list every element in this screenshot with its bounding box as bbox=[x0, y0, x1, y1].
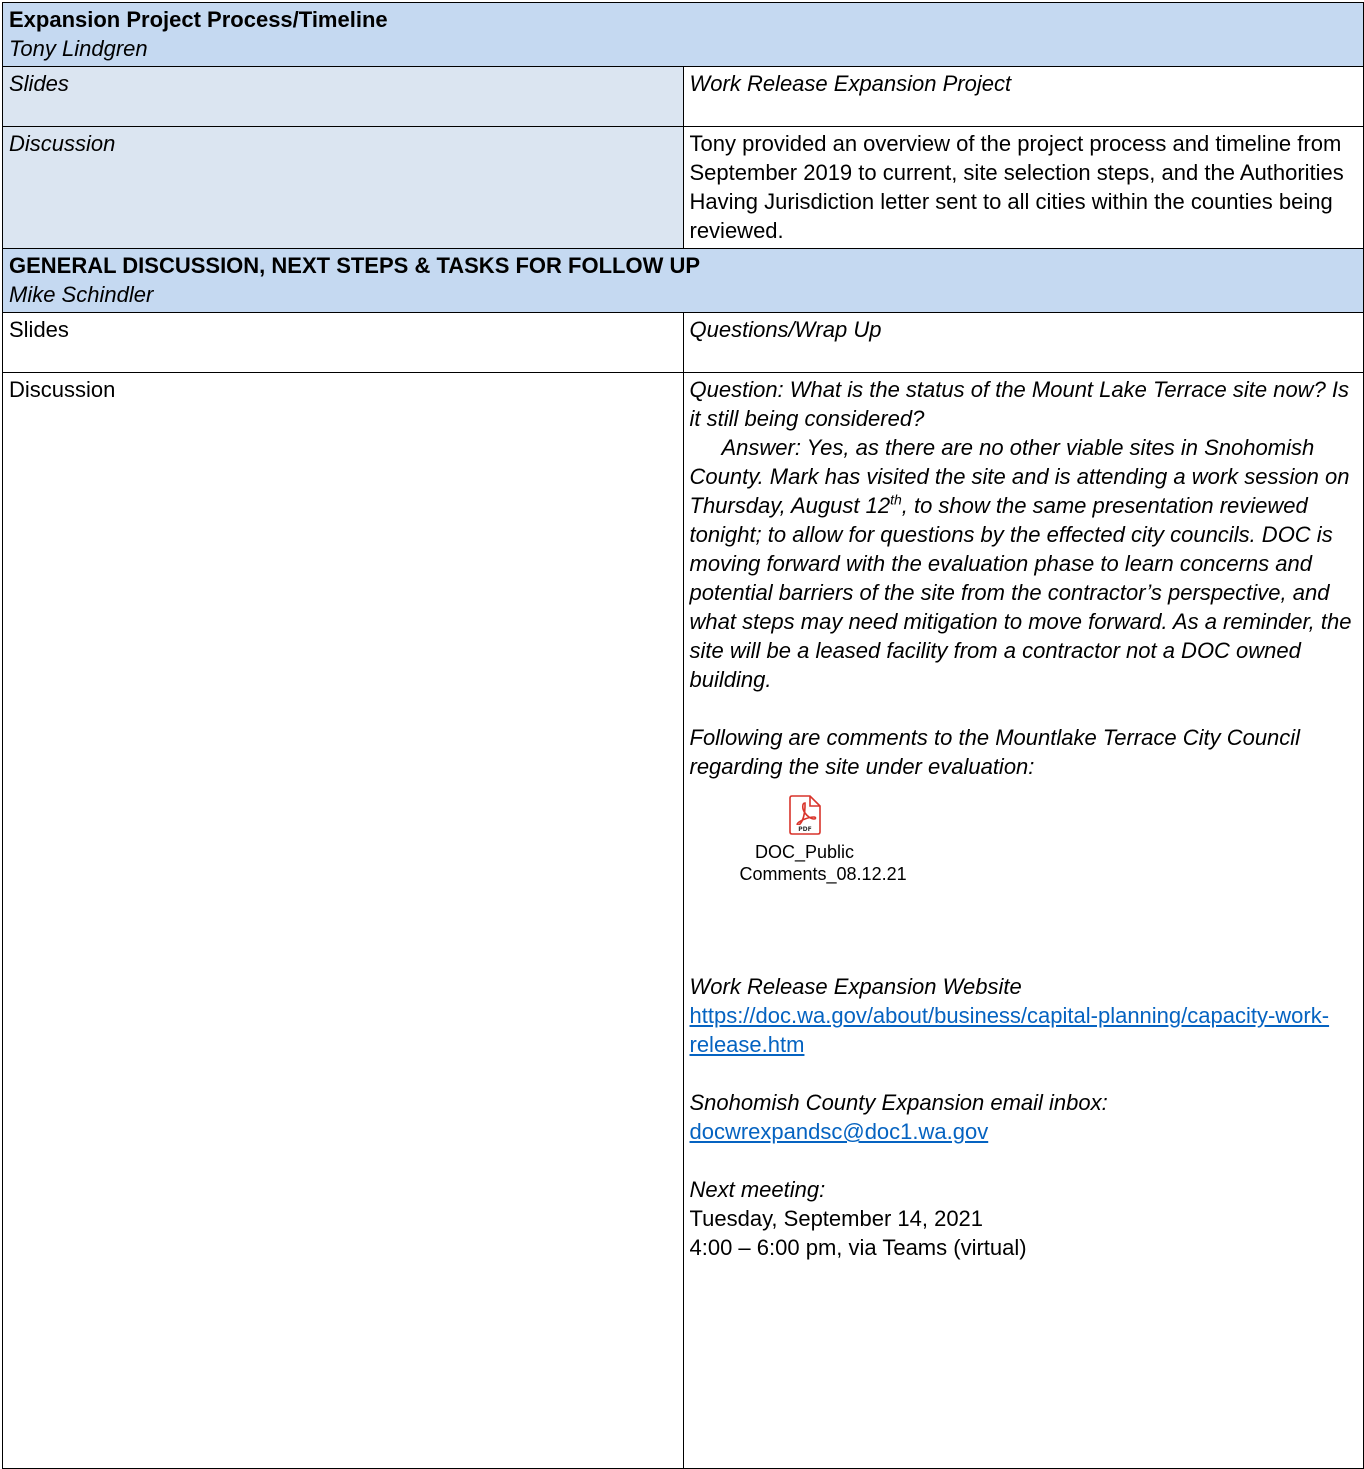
section-header-row: GENERAL DISCUSSION, NEXT STEPS & TASKS F… bbox=[2, 248, 1364, 313]
pdf-attachment[interactable]: PDF DOC_Public Comments_08.12.21 bbox=[739, 795, 907, 885]
next-meeting-label: Next meeting: bbox=[689, 1177, 826, 1202]
section-header-row: Expansion Project Process/Timeline Tony … bbox=[2, 2, 1364, 67]
comments-intro: Following are comments to the Mountlake … bbox=[689, 725, 1301, 779]
section-title: GENERAL DISCUSSION, NEXT STEPS & TASKS F… bbox=[9, 253, 701, 278]
section-presenter: Mike Schindler bbox=[9, 282, 154, 307]
slides-row: Slides Questions/Wrap Up bbox=[2, 312, 1364, 373]
website-label: Work Release Expansion Website bbox=[689, 974, 1022, 999]
row-label: Slides bbox=[2, 66, 684, 127]
next-meeting-date: Tuesday, September 14, 2021 bbox=[689, 1206, 984, 1231]
answer-superscript: th bbox=[890, 491, 902, 508]
section-title: Expansion Project Process/Timeline bbox=[9, 7, 388, 32]
row-content: Work Release Expansion Project bbox=[682, 66, 1364, 127]
answer-part-2: , to show the same presentation reviewed… bbox=[689, 493, 1352, 692]
answer-text: Answer: Yes, as there are no other viabl… bbox=[690, 433, 1358, 694]
section-header: GENERAL DISCUSSION, NEXT STEPS & TASKS F… bbox=[2, 248, 1364, 313]
discussion-row: Discussion Tony provided an overview of … bbox=[2, 126, 1364, 249]
email-link[interactable]: docwrexpandsc@doc1.wa.gov bbox=[690, 1119, 989, 1144]
slides-row: Slides Work Release Expansion Project bbox=[2, 66, 1364, 127]
attachment-name-line-1: DOC_Public bbox=[754, 842, 855, 862]
website-link[interactable]: https://doc.wa.gov/about/business/capita… bbox=[690, 1003, 1330, 1057]
section-presenter: Tony Lindgren bbox=[9, 36, 148, 61]
row-content: Questions/Wrap Up bbox=[682, 312, 1364, 373]
row-content: Question: What is the status of the Moun… bbox=[682, 372, 1364, 1469]
row-label: Discussion bbox=[2, 126, 684, 249]
email-label: Snohomish County Expansion email inbox: bbox=[689, 1090, 1108, 1115]
section-header: Expansion Project Process/Timeline Tony … bbox=[2, 2, 1364, 67]
svg-text:PDF: PDF bbox=[798, 826, 811, 833]
row-label: Discussion bbox=[2, 372, 684, 1469]
next-meeting-time: 4:00 – 6:00 pm, via Teams (virtual) bbox=[689, 1235, 1027, 1260]
question-text: Question: What is the status of the Moun… bbox=[689, 377, 1350, 431]
row-label: Slides bbox=[2, 312, 684, 373]
meeting-notes-table: Expansion Project Process/Timeline Tony … bbox=[2, 2, 1364, 1469]
pdf-icon: PDF bbox=[788, 795, 821, 835]
attachment-name-line-2: Comments_08.12.21 bbox=[739, 864, 907, 884]
discussion-row: Discussion Question: What is the status … bbox=[2, 372, 1364, 1469]
row-content: Tony provided an overview of the project… bbox=[682, 126, 1364, 249]
